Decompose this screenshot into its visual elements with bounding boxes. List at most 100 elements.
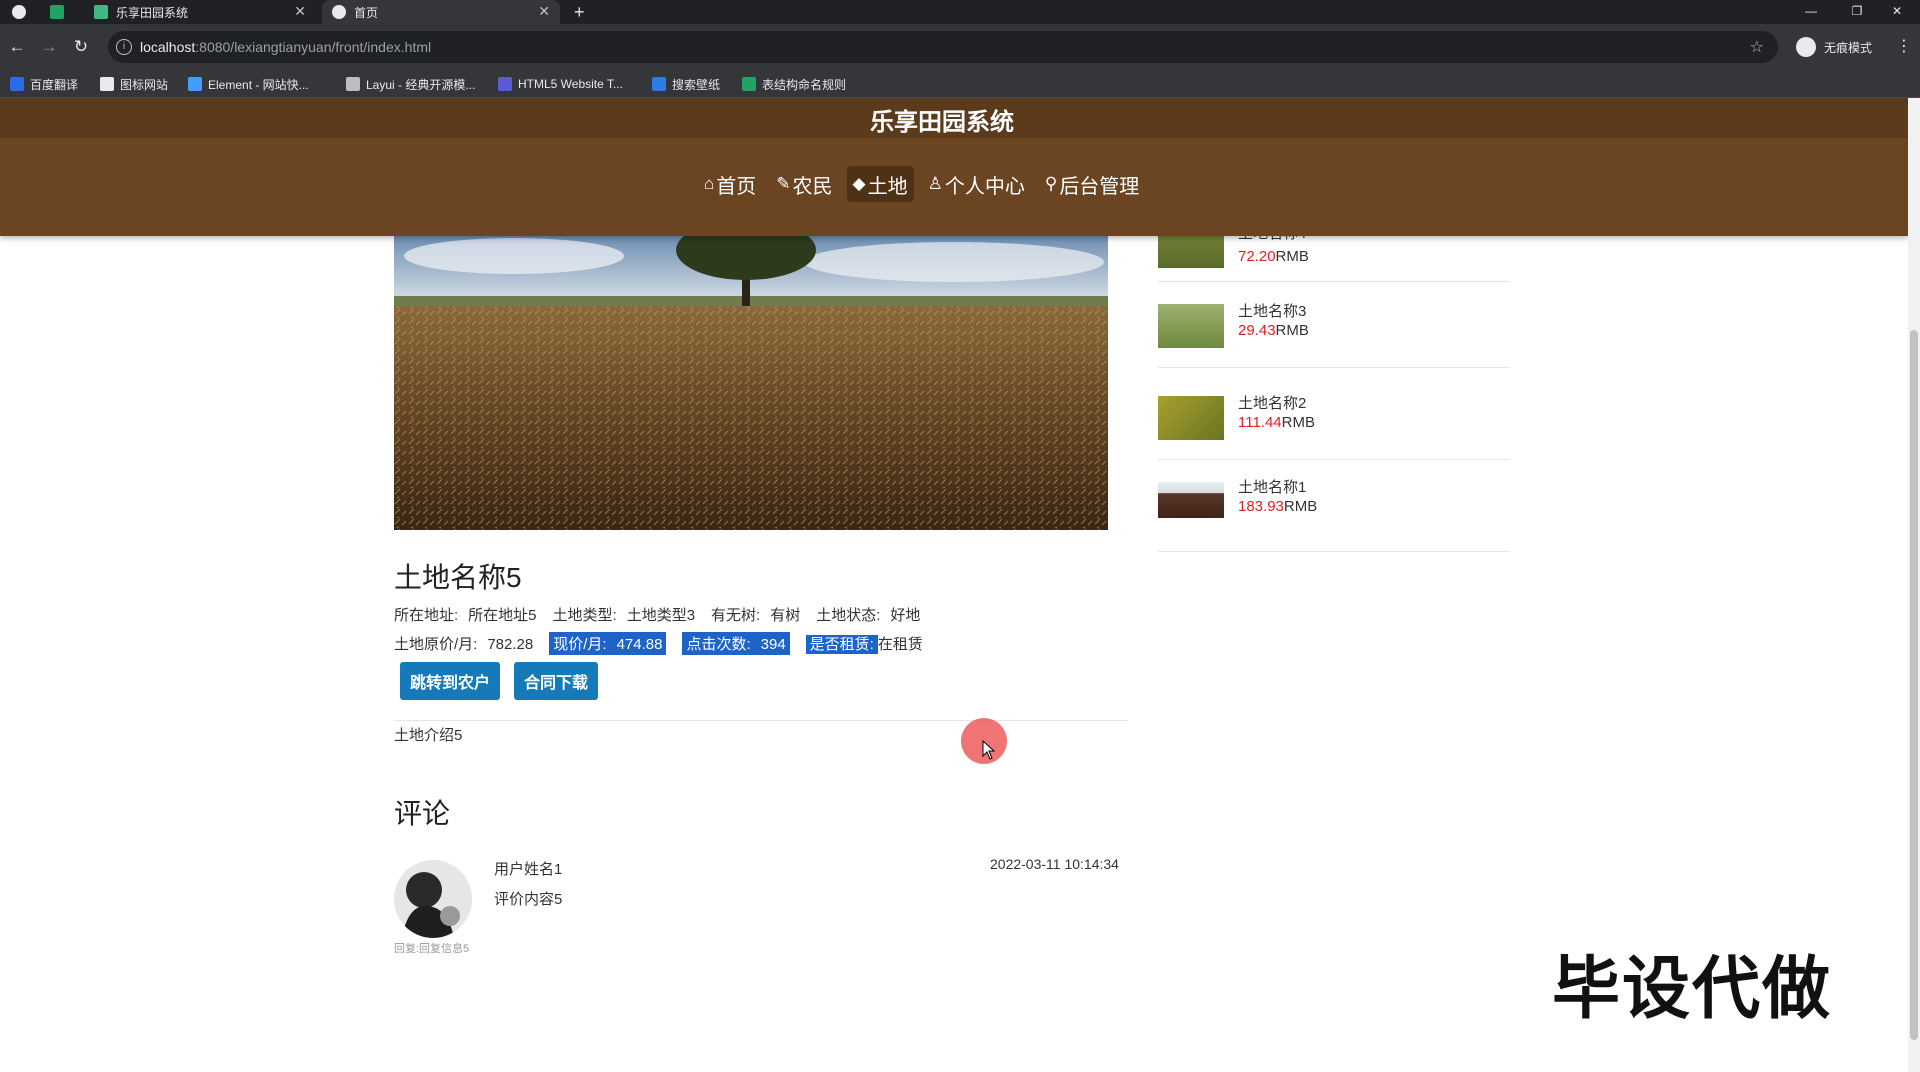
- bookmark-item[interactable]: Layui - 经典开源模...: [346, 76, 475, 92]
- url-input[interactable]: i localhost:8080/lexiangtianyuan/front/i…: [108, 31, 1778, 63]
- incognito-indicator[interactable]: 无痕模式: [1796, 34, 1872, 60]
- link-icon: ⚲: [1044, 174, 1058, 193]
- land-thumbnail: [1158, 396, 1224, 440]
- globe-icon: [12, 5, 26, 19]
- incognito-icon: [1796, 37, 1816, 57]
- sidebar-land-name: 土地名称3: [1238, 303, 1307, 320]
- nav-home[interactable]: ⌂ 首页: [698, 166, 762, 202]
- tab-pinned-1[interactable]: [12, 0, 42, 24]
- close-tab-icon[interactable]: ✕: [538, 3, 550, 20]
- new-tab-button[interactable]: +: [574, 0, 594, 24]
- land-info-row-2: 土地原价/月: 782.28 现价/月: 474.88 点击次数: 394 是否租赁:…: [394, 632, 939, 655]
- price-value: 72.20: [1238, 248, 1276, 265]
- sidebar-land-name: 土地名称2: [1238, 395, 1307, 412]
- land-intro: 土地介绍5: [394, 727, 463, 744]
- bookmark-item[interactable]: 图标网站: [100, 76, 168, 92]
- tab-label: 乐享田园系统: [116, 5, 189, 20]
- status-label: 土地状态:: [816, 607, 881, 624]
- scrollbar-thumb[interactable]: [1910, 330, 1918, 1040]
- bookmark-item[interactable]: 搜索壁纸: [652, 76, 720, 92]
- sidebar-land-price: 29.43RMB: [1238, 322, 1309, 339]
- land-thumbnail: [1158, 482, 1224, 518]
- page-scrollbar[interactable]: [1908, 98, 1920, 1072]
- sidebar-land-price: 183.93RMB: [1238, 498, 1318, 515]
- site-header: 乐享田园系统 ⌂ 首页 ✎ 农民 ◆ 土地 ♙ 个人中心 ⚲ 后台管理: [0, 98, 1908, 236]
- bookmark-icon: [652, 77, 666, 91]
- tab-app[interactable]: 乐享田园系统 ✕: [84, 0, 316, 24]
- land-main-image: [394, 236, 1108, 530]
- land-thumbnail: [1158, 304, 1224, 348]
- status-value: 好地: [890, 607, 921, 624]
- land-info-row-1: 所在地址: 所在地址5 土地类型: 土地类型3 有无树: 有树 土地状态: 好地: [394, 604, 936, 625]
- bookmark-icon: [742, 77, 756, 91]
- comment-reply: 回复:回复信息5: [394, 943, 470, 955]
- nav-profile[interactable]: ♙ 个人中心: [922, 166, 1031, 202]
- browser-tab-bar: 乐享田园系统 ✕ 首页 ✕ + — ❐ ✕: [0, 0, 1920, 24]
- bookmark-icon: [188, 77, 202, 91]
- close-tab-icon[interactable]: ✕: [294, 3, 306, 20]
- nav-land[interactable]: ◆ 土地: [846, 166, 914, 202]
- url-text: localhost:8080/lexiangtianyuan/front/ind…: [140, 39, 432, 55]
- back-icon[interactable]: ←: [6, 36, 28, 58]
- reload-icon[interactable]: ↻: [70, 36, 92, 58]
- comments-title: 评论: [394, 798, 451, 829]
- sidebar-land-item[interactable]: 土地名称1 183.93RMB: [1158, 460, 1510, 552]
- forward-icon[interactable]: →: [38, 36, 60, 58]
- page-viewport: 土地名称4 72.20RMB 土地名称3 29.43RMB 土地名称2 111.…: [0, 98, 1908, 1072]
- bookmark-star-icon[interactable]: ☆: [1750, 37, 1764, 57]
- bookmark-item[interactable]: HTML5 Website T...: [498, 76, 623, 92]
- rent-label: 是否租赁:: [805, 635, 878, 654]
- comment-content: 评价内容5: [494, 891, 563, 908]
- bookmark-icon: [346, 77, 360, 91]
- site-info-icon[interactable]: i: [116, 39, 132, 55]
- sidebar-land-item[interactable]: 土地名称3 29.43RMB: [1158, 276, 1510, 368]
- goto-farmer-button[interactable]: 跳转到农户: [400, 662, 501, 700]
- price-value: 29.43: [1238, 322, 1276, 339]
- current-price-label: 现价/月:: [553, 636, 607, 653]
- tab-home[interactable]: 首页 ✕: [322, 0, 560, 24]
- incognito-label: 无痕模式: [1824, 40, 1873, 55]
- tab-pinned-2[interactable]: [50, 0, 80, 24]
- tree-value: 有树: [770, 607, 801, 624]
- bookmark-item[interactable]: Element - 网站快...: [188, 76, 309, 92]
- land-title: 土地名称5: [394, 562, 522, 593]
- divider: [394, 720, 1128, 721]
- contract-download-button[interactable]: 合同下载: [514, 662, 599, 700]
- address-value: 所在地址5: [468, 607, 537, 624]
- tag-icon: ✎: [776, 174, 791, 193]
- nav-admin[interactable]: ⚲ 后台管理: [1039, 166, 1145, 202]
- mouse-cursor-icon: [982, 740, 996, 760]
- comment-username: 用户姓名1: [494, 861, 563, 878]
- sidebar-land-name: 土地名称1: [1238, 479, 1307, 496]
- bookmarks-bar: 百度翻译 图标网站 Element - 网站快... Layui - 经典开源模…: [0, 70, 1920, 98]
- main-nav: ⌂ 首页 ✎ 农民 ◆ 土地 ♙ 个人中心 ⚲ 后台管理: [698, 166, 1145, 202]
- minimize-icon[interactable]: —: [1788, 0, 1834, 24]
- menu-icon[interactable]: ⋮: [1896, 36, 1912, 56]
- original-price-label: 土地原价/月:: [394, 636, 478, 653]
- price-value: 183.93: [1238, 498, 1284, 515]
- sidebar-land-item[interactable]: 土地名称2 111.44RMB: [1158, 368, 1510, 460]
- vue-icon: [94, 5, 108, 19]
- close-window-icon[interactable]: ✕: [1874, 0, 1920, 24]
- comment-date: 2022-03-11 10:14:34: [990, 856, 1119, 872]
- tab-label: 首页: [354, 5, 379, 20]
- bookmark-icon: [10, 77, 24, 91]
- rent-value: 在租赁: [877, 636, 923, 653]
- user-icon: ♙: [927, 174, 943, 193]
- type-value: 土地类型3: [626, 607, 696, 624]
- nav-farmers[interactable]: ✎ 农民: [770, 166, 838, 202]
- sidebar-land-price: 111.44RMB: [1238, 414, 1315, 431]
- current-price-value: 474.88: [616, 636, 663, 653]
- avatar: [394, 860, 472, 938]
- bookmark-item[interactable]: 表结构命名规则: [742, 76, 846, 92]
- site-title: 乐享田园系统: [870, 109, 1014, 136]
- globe-icon: [332, 5, 346, 19]
- watermark-text: 毕设代做: [1552, 951, 1833, 1027]
- sheet-icon: [50, 5, 64, 19]
- bookmark-item[interactable]: 百度翻译: [10, 76, 78, 92]
- clicks-value: 394: [760, 636, 786, 653]
- bookmark-icon: [498, 77, 512, 91]
- bookmark-icon: [100, 77, 114, 91]
- address-label: 所在地址:: [394, 607, 459, 624]
- original-price-value: 782.28: [487, 636, 534, 653]
